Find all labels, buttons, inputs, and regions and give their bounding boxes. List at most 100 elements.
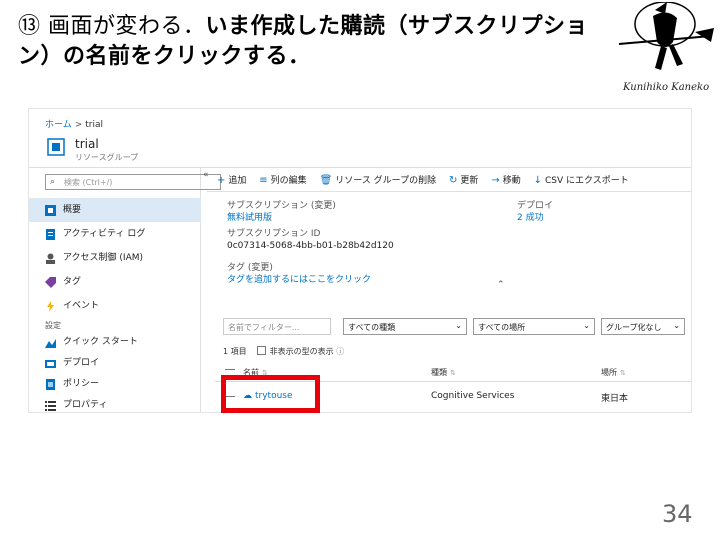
nav-search-placeholder: 検索 (Ctrl+/) (64, 178, 113, 187)
nav-item-label: デプロイ (63, 358, 100, 368)
heading-lead: ⑬ 画面が変わる． (18, 14, 206, 39)
show-hidden-label: 非表示の型の表示 (269, 347, 334, 356)
header-type[interactable]: 種類 ⇅ (431, 367, 456, 378)
nav-item-properties[interactable]: プロパティ (29, 395, 201, 412)
move-label: 移動 (502, 176, 521, 186)
settings-nav-list: クイック スタート デプロイ ポリシー プロパティ (29, 332, 201, 412)
subscription-id-value: 0c07314-5068-4bb-b01-b28b42d120 (227, 241, 394, 251)
nav-item-events[interactable]: イベント (29, 294, 201, 318)
nav-item-iam[interactable]: アクセス制御 (IAM) (29, 246, 201, 270)
deploy-label: デプロイ (517, 201, 554, 211)
select-all-checkbox[interactable] (225, 369, 235, 370)
resource-header: trial リソースグループ (41, 133, 681, 167)
export-csv-label: CSV にエクスポート (544, 176, 629, 186)
properties-icon (45, 401, 56, 411)
nav-item-label: ポリシー (63, 379, 100, 389)
essentials-right: デプロイ 2 成功 (517, 200, 553, 224)
header-location[interactable]: 場所 ⇅ (601, 367, 626, 378)
nav-item-label: タグ (63, 277, 82, 287)
nav-item-label: アクセス制御 (IAM) (63, 253, 144, 263)
policy-icon (46, 379, 55, 390)
activity-log-icon (46, 229, 55, 240)
columns-icon: ≡ (259, 175, 268, 186)
nav-item-policy[interactable]: ポリシー (29, 374, 201, 395)
sort-icon: ⇅ (620, 369, 626, 377)
tags-label[interactable]: タグ (変更) (227, 262, 394, 274)
refresh-label: 更新 (460, 176, 479, 186)
item-count: 1 項目 (223, 347, 247, 356)
nav-item-quickstart[interactable]: クイック スタート (29, 332, 201, 353)
page-number: 34 (662, 500, 693, 528)
nav-item-label: 概要 (63, 205, 82, 215)
nav-item-tags[interactable]: タグ (29, 270, 201, 294)
chevron-down-icon: ⌄ (455, 321, 462, 330)
witch-logo: Kunihiko Kaneko (615, 1, 715, 98)
essentials-left: サブスクリプション (変更) 無料試用版 サブスクリプション ID 0c0731… (227, 200, 394, 286)
trash-icon: 🗑 (319, 175, 333, 186)
breadcrumb-current: trial (85, 120, 104, 130)
quickstart-icon (45, 339, 56, 348)
move-arrow-icon: → (491, 175, 500, 186)
export-csv-button[interactable]: ↓ CSV にエクスポート (534, 170, 629, 192)
collapse-essentials-icon[interactable]: ⌃ (497, 280, 505, 290)
nav-search-input[interactable]: ⌕ 検索 (Ctrl+/) (45, 174, 221, 190)
chevron-down-icon: ⌄ (673, 321, 680, 330)
group-by-dropdown[interactable]: グループ化なし ⌄ (601, 318, 685, 335)
sort-icon: ⇅ (450, 369, 456, 377)
edit-columns-button[interactable]: ≡ 列の編集 (259, 170, 306, 192)
chevron-down-icon: ⌄ (583, 321, 590, 330)
nav-item-activity-log[interactable]: アクティビティ ログ (29, 222, 201, 246)
tag-icon (45, 277, 56, 288)
move-button[interactable]: → 移動 (491, 170, 520, 192)
add-button[interactable]: + 追加 (217, 170, 246, 192)
breadcrumb-home[interactable]: ホーム (45, 120, 72, 130)
download-icon: ↓ (533, 175, 542, 186)
add-label: 追加 (228, 176, 247, 186)
location-filter-value: すべての場所 (478, 323, 526, 332)
deploy-value[interactable]: 2 成功 (517, 212, 553, 224)
slide-heading: ⑬ 画面が変わる．いま作成した購読（サブスクリプション）の名前をクリックする． (18, 12, 618, 72)
breadcrumb-separator: > (74, 120, 83, 130)
search-icon: ⌕ (50, 177, 56, 187)
subscription-value[interactable]: 無料試用版 (227, 212, 394, 224)
witch-on-broom-icon (618, 1, 714, 70)
refresh-icon: ↻ (449, 175, 458, 186)
group-by-value: グループ化なし (606, 323, 662, 332)
count-row: 1 項目 非表示の型の表示 ⓘ (223, 346, 344, 357)
resource-location: 東日本 (601, 394, 629, 404)
header-type-label: 種類 (431, 368, 447, 377)
filter-bar: 名前でフィルター... すべての種類 ⌄ すべての場所 ⌄ グループ化なし ⌄ (215, 318, 685, 336)
show-hidden-checkbox[interactable] (256, 346, 266, 355)
edit-columns-label: 列の編集 (270, 176, 307, 186)
subscription-id-label: サブスクリプション ID (227, 229, 321, 239)
signature: Kunihiko Kaneko (623, 82, 710, 93)
overview-icon (45, 205, 56, 216)
nav-list: 概要 アクティビティ ログ アクセス制御 (IAM) タグ イベント (29, 198, 201, 318)
breadcrumb: ホーム > trial (45, 117, 103, 130)
subscription-label-text[interactable]: サブスクリプション (変更) (227, 201, 336, 211)
nav-item-deploy[interactable]: デプロイ (29, 353, 201, 374)
subscription-label: サブスクリプション (変更) (227, 200, 394, 212)
nav-item-overview[interactable]: 概要 (29, 198, 201, 222)
resource-type: Cognitive Services (431, 391, 515, 401)
highlight-box (221, 375, 320, 413)
delete-group-label: リソース グループの削除 (335, 176, 437, 186)
type-filter-value: すべての種類 (348, 323, 396, 332)
resource-blade: ⌕ 検索 (Ctrl+/) 概要 アクティビティ ログ アクセス制御 (IAM) (29, 167, 691, 412)
resource-title: trial (75, 137, 99, 151)
location-filter-dropdown[interactable]: すべての場所 ⌄ (473, 318, 595, 335)
header-location-label: 場所 (601, 368, 617, 377)
left-nav: ⌕ 検索 (Ctrl+/) 概要 アクティビティ ログ アクセス制御 (IAM) (29, 168, 221, 412)
plus-icon: + (217, 175, 226, 186)
type-filter-dropdown[interactable]: すべての種類 ⌄ (343, 318, 467, 335)
refresh-button[interactable]: ↻ 更新 (449, 170, 478, 192)
deploy-icon (45, 360, 56, 368)
nav-section-settings: 設定 (45, 321, 61, 330)
name-filter-input[interactable]: 名前でフィルター... (223, 318, 331, 335)
portal-screenshot: ホーム > trial trial リソースグループ ⌕ 検索 (Ctrl+/) 概… (28, 108, 692, 413)
nav-item-label: クイック スタート (63, 337, 138, 347)
delete-group-button[interactable]: 🗑 リソース グループの削除 (320, 170, 437, 192)
command-bar: + 追加 ≡ 列の編集 🗑 リソース グループの削除 ↻ 更新 → 移動 ↓ CSV にエク… (207, 170, 691, 192)
add-tags-link[interactable]: タグを追加するにはここをクリック (227, 274, 394, 286)
resource-group-icon (47, 138, 65, 156)
